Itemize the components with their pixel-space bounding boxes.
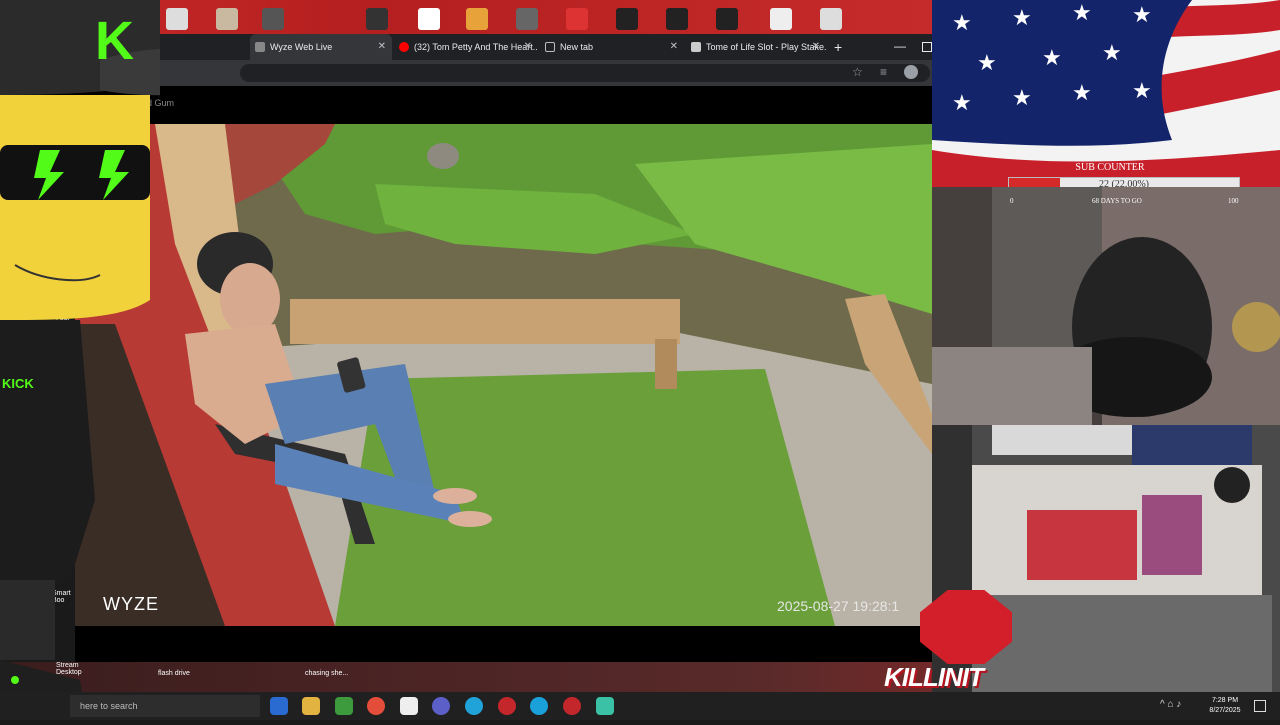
new-tab-button[interactable]: + <box>834 34 842 60</box>
killinit-logo: KILLINIT <box>884 662 984 692</box>
obs-icon[interactable] <box>432 697 450 715</box>
svg-text:★: ★ <box>1012 85 1032 110</box>
svg-text:★: ★ <box>977 50 997 75</box>
file-explorer-icon[interactable] <box>302 697 320 715</box>
streamer-overlay-character: K KICK <box>0 0 251 720</box>
close-icon[interactable]: ✕ <box>378 34 386 60</box>
tab-label: New tab <box>560 42 594 52</box>
sub-counter-title: SUB COUNTER <box>1075 162 1145 173</box>
sub-counter-min: 0 <box>1010 197 1014 205</box>
tab-new-tab[interactable]: New tab ✕ <box>540 34 684 60</box>
desktop-icon-label[interactable]: flash drive <box>158 670 190 677</box>
desktop-file-icon[interactable] <box>820 8 842 30</box>
desktop-icon-label[interactable]: chasing she... <box>305 670 348 677</box>
desktop-file-icon[interactable] <box>166 8 188 30</box>
svg-text:★: ★ <box>1072 0 1092 25</box>
browser-tab-strip: Wyze Web Live ✕ (32) Tom Petty And The H… <box>150 34 932 60</box>
flag-graphic: ★ ★ ★ ★ ★ ★ ★ ★ ★ ★ ★ <box>932 0 1280 187</box>
star-icon[interactable]: ☆ <box>852 65 863 79</box>
notepad-icon[interactable] <box>400 697 418 715</box>
tab-label: Wyze Web Live <box>270 42 333 52</box>
webcam-feed-room <box>932 187 1280 425</box>
svg-text:★: ★ <box>1042 45 1062 70</box>
browser-toolbar: ☆ ≡ <box>150 60 932 86</box>
tab-youtube[interactable]: (32) Tom Petty And The Heart... ✕ <box>394 34 538 60</box>
reading-list-icon[interactable]: ≡ <box>880 65 887 79</box>
desktop-file-icon[interactable] <box>366 8 388 30</box>
shirt-kick-text: KICK <box>2 376 34 391</box>
kick-logo: K <box>95 11 134 71</box>
close-icon[interactable]: ✕ <box>670 34 678 60</box>
tab-label: (32) Tom Petty And The Heart... <box>414 42 538 52</box>
camera-footer <box>75 626 932 662</box>
maximize-icon[interactable] <box>922 42 932 52</box>
american-flag-overlay: ★ ★ ★ ★ ★ ★ ★ ★ ★ ★ ★ <box>932 0 1280 187</box>
svg-text:★: ★ <box>1102 40 1122 65</box>
streamlabs-icon[interactable] <box>596 697 614 715</box>
camera-live-view[interactable]: WYZE 2025-08-27 19:28:1 <box>75 124 932 626</box>
raccoon <box>427 143 459 169</box>
app-icon[interactable] <box>465 697 483 715</box>
svg-text:★: ★ <box>1132 2 1152 27</box>
desktop-file-icon[interactable] <box>262 8 284 30</box>
edge-icon[interactable] <box>530 697 548 715</box>
app-icon[interactable] <box>563 697 581 715</box>
svg-text:★: ★ <box>1132 78 1152 103</box>
xbox-icon[interactable] <box>335 697 353 715</box>
sub-counter-days: 68 DAYS TO GO <box>1092 197 1142 205</box>
profile-avatar[interactable] <box>904 65 918 79</box>
chrome-icon[interactable] <box>367 697 385 715</box>
desktop-file-icon[interactable] <box>716 8 738 30</box>
desktop-file-icon[interactable] <box>418 8 440 30</box>
desktop-file-icon[interactable] <box>216 8 238 30</box>
speaker-icon <box>255 42 265 52</box>
address-bar-input[interactable] <box>240 64 930 82</box>
stake-icon <box>691 42 701 52</box>
sub-counter-max: 100 <box>1228 197 1239 205</box>
desktop-file-icon[interactable] <box>466 8 488 30</box>
svg-text:★: ★ <box>952 90 972 115</box>
close-icon[interactable]: ✕ <box>812 34 820 60</box>
tab-wyze-web-live[interactable]: Wyze Web Live ✕ <box>250 34 392 60</box>
tab-label: Tome of Life Slot - Play Stake... <box>706 42 826 52</box>
desktop-file-icon[interactable] <box>666 8 688 30</box>
desktop-file-icon[interactable] <box>770 8 792 30</box>
search-placeholder: here to search <box>80 701 138 711</box>
windows-taskbar: here to search ^ ⌂ ♪ 7:28 PM 8/27/2025 <box>0 692 1280 720</box>
tray-icons[interactable]: ^ ⌂ ♪ <box>1160 699 1181 710</box>
desktop-file-icon[interactable] <box>516 8 538 30</box>
youtube-icon <box>399 42 409 52</box>
tab-stake-slot[interactable]: Tome of Life Slot - Play Stake... ✕ <box>686 34 826 60</box>
app-icon[interactable] <box>498 697 516 715</box>
clock-time: 7:28 PM <box>1211 697 1239 704</box>
desktop-file-icon[interactable] <box>616 8 638 30</box>
close-icon[interactable]: ✕ <box>524 34 532 60</box>
camera-scene <box>75 124 932 626</box>
taskbar-clock[interactable]: 7:28 PM 8/27/2025 <box>1200 696 1250 716</box>
minimize-icon[interactable]: — <box>894 34 906 58</box>
desktop-file-icon[interactable] <box>566 8 588 30</box>
camera-timestamp: 2025-08-27 19:28:1 <box>777 598 900 614</box>
clock-date: 8/27/2025 <box>1209 707 1241 714</box>
svg-text:★: ★ <box>1072 80 1092 105</box>
svg-text:★: ★ <box>1012 5 1032 30</box>
taskbar-search-input[interactable]: here to search <box>70 695 260 717</box>
notification-icon[interactable] <box>1254 700 1266 712</box>
copilot-icon[interactable] <box>270 697 288 715</box>
svg-text:★: ★ <box>952 10 972 35</box>
page-icon <box>545 42 555 52</box>
